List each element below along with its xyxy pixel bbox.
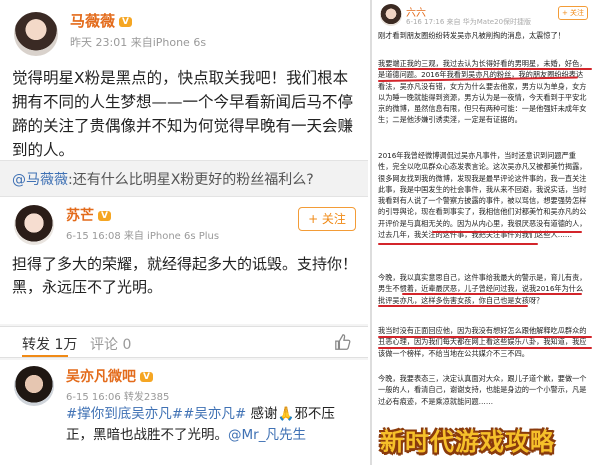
follow-button[interactable]: + 关注 — [558, 6, 588, 20]
post-meta: 6-16 17:16 来自 华为Mate20保时捷版 — [406, 18, 532, 26]
post-text: 担得了多大的荣耀，就经得起多大的诋毁。支持你！黑，永远压不了光明。 — [12, 255, 358, 296]
paragraph: 刚才看到朋友圈纷纷转发吴亦凡被削掏的消息，太震惊了！ — [378, 31, 565, 40]
paragraph: 今晚，我以真实意思自己，这件事给我最大的警示是，育儿有责，男生不惯着，近辈最厌恶… — [378, 273, 587, 305]
tab-comment[interactable]: 评论 0 — [90, 334, 131, 354]
like-icon[interactable] — [334, 333, 352, 351]
right-screenshot: 六六 6-16 17:16 来自 华为Mate20保时捷版 + 关注 刚才看到朋… — [370, 0, 594, 465]
weibo-post-wuyifan-bar: 吴亦凡微吧 V 6-15 16:06 转发2385 #撑你到底吴亦凡##吴亦凡# … — [0, 360, 368, 465]
follow-button[interactable]: + 关注 — [298, 207, 356, 231]
quoted-post[interactable]: @马薇薇:还有什么比明星X粉更好的粉丝福利么? — [0, 160, 368, 196]
hashtag-link[interactable]: #撑你到底吴亦凡# — [66, 406, 183, 422]
hashtag-link[interactable]: #吴亦凡# — [183, 406, 246, 422]
red-underline — [378, 305, 528, 307]
red-underline — [378, 336, 592, 338]
avatar[interactable] — [14, 205, 54, 245]
avatar[interactable] — [14, 366, 54, 406]
red-underline — [378, 68, 592, 70]
watermark-logo: 新时代游戏攻略 — [380, 428, 555, 456]
author-name[interactable]: 苏芒 V — [66, 205, 111, 225]
mention-link[interactable]: @Mr_凡先生 — [228, 427, 306, 443]
paragraph: 2016年我曾经微博调侃过吴亦凡事件，当时还意识到问题严重性，完全以吃瓜群众心态… — [378, 151, 587, 240]
post-text: 觉得明星X粉是黑点的，快点取关我吧！我们根本拥有不同的人生梦想——一个今早看新闻… — [12, 69, 354, 159]
avatar[interactable] — [14, 12, 58, 56]
weibo-post-sumang: 苏芒 V 6-15 16:08 来自 iPhone 6s Plus + 关注 担得… — [0, 196, 368, 324]
red-underline — [378, 243, 538, 245]
author-name[interactable]: 吴亦凡微吧 V — [66, 366, 153, 386]
active-tab-indicator — [22, 355, 68, 357]
post-meta: 昨天 23:01 来自iPhone 6s — [70, 36, 207, 49]
post-meta: 6-15 16:06 转发2385 — [66, 392, 170, 403]
quote-text: :还有什么比明星X粉更好的粉丝福利么? — [68, 172, 314, 188]
post-meta: 6-15 16:08 来自 iPhone 6s Plus — [66, 231, 220, 242]
vip-badge-icon: V — [119, 16, 132, 27]
red-underline — [378, 347, 592, 349]
left-screenshot: 马薇薇 V 昨天 23:01 来自iPhone 6s 觉得明星X粉是黑点的，快点取… — [0, 0, 368, 465]
action-bar: 转发 1万 评论 0 — [0, 326, 368, 358]
red-underline — [432, 231, 582, 233]
paragraph: 我当时没有正面回应他，因为我没有想好怎么跟他解释吃瓜群众的丑恶心理，因为我们每天… — [378, 326, 587, 358]
author-name[interactable]: 马薇薇 V — [70, 10, 132, 31]
vip-badge-icon: V — [140, 372, 153, 382]
avatar[interactable] — [380, 4, 402, 26]
post-text: #撑你到底吴亦凡##吴亦凡# 感谢🙏邪不压正，黑暗也战胜不了光明。@Mr_凡先生 — [66, 406, 335, 443]
vip-badge-icon: V — [98, 211, 111, 221]
mention-link[interactable]: @马薇薇 — [12, 172, 68, 188]
red-underline — [402, 293, 582, 295]
weibo-post-mawei: 马薇薇 V 昨天 23:01 来自iPhone 6s 觉得明星X粉是黑点的，快点取… — [0, 0, 368, 160]
tab-repost[interactable]: 转发 1万 — [22, 334, 77, 354]
paragraph: 今晚，我要表态三，决定认真面对大众，跟儿子道个歉，要做一个一般的人，看清自己，谢… — [378, 374, 587, 406]
